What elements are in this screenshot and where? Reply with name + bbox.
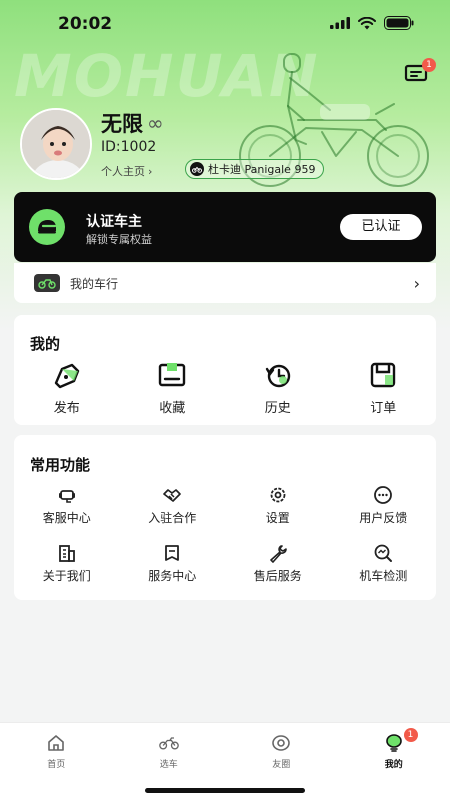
func-item-partnership[interactable]: 入驻合作	[120, 485, 226, 526]
mine-section: 我的 发布 收藏 历史 订单	[14, 315, 436, 425]
building-icon	[58, 545, 75, 562]
mine-item-history[interactable]: 历史	[225, 361, 331, 416]
circle-icon	[272, 735, 291, 751]
tab-friends-circle-label: 友圈	[272, 760, 291, 770]
chevron-right-icon: ›	[148, 164, 153, 178]
func-item-label: 用户反馈	[359, 511, 408, 525]
mine-grid: 发布 收藏 历史 订单	[14, 361, 436, 416]
my-garage-label: 我的车行	[70, 276, 119, 291]
func-item-feedback[interactable]: 用户反馈	[331, 485, 437, 526]
service-center-icon	[165, 545, 180, 561]
func-item-after-sales[interactable]: 售后服务	[225, 543, 331, 584]
infinity-icon: ∞	[147, 111, 164, 135]
func-item-service-center[interactable]: 服务中心	[120, 543, 226, 584]
func-item-label: 售后服务	[253, 569, 302, 583]
tab-profile-label: 我的	[384, 760, 403, 770]
func-item-label: 客服中心	[42, 511, 91, 525]
func-item-inspection[interactable]: 机车检测	[331, 543, 437, 584]
messages-button[interactable]: 1	[404, 58, 436, 90]
motorcycle-badge-icon	[190, 162, 204, 176]
user-id: ID:1002	[101, 139, 157, 155]
homepage-link-label: 个人主页	[101, 165, 145, 178]
customer-service-icon	[58, 490, 75, 503]
tab-profile[interactable]: 我的 1	[338, 723, 450, 800]
inspection-icon	[374, 544, 393, 562]
tab-profile-badge: 1	[403, 728, 418, 742]
tab-home-label: 首页	[47, 760, 66, 770]
garage-icon	[34, 274, 60, 292]
battery-icon	[384, 16, 414, 30]
mine-item-label: 历史	[264, 401, 291, 416]
certification-title: 认证车主	[86, 214, 142, 230]
home-icon	[48, 735, 65, 751]
homepage-link[interactable]: 个人主页 ›	[101, 162, 152, 180]
func-item-about-us[interactable]: 关于我们	[14, 543, 120, 584]
wrench-icon	[269, 545, 287, 563]
mine-item-label: 订单	[370, 401, 397, 416]
orders-icon	[371, 362, 396, 388]
mine-item-label: 收藏	[159, 401, 186, 416]
status-bar: 20:02	[0, 0, 450, 48]
tab-choose-bike-label: 选车	[159, 760, 178, 770]
status-icons	[330, 16, 414, 30]
wifi-icon	[358, 16, 376, 29]
status-time: 20:02	[58, 14, 113, 34]
history-icon	[265, 364, 290, 388]
signal-icon	[330, 17, 350, 29]
certification-card[interactable]: 认证车主 解锁专属权益 已认证	[14, 192, 436, 262]
bike-tag-label: 杜卡迪 Panigale 959	[208, 163, 316, 176]
mine-section-title: 我的	[30, 335, 61, 353]
helmet-icon	[29, 209, 65, 245]
favorites-icon	[159, 363, 186, 387]
common-functions-section: 常用功能 客服中心 入驻合作 设置 用户反馈 关于我们 服务中心 售后服务 机车…	[14, 435, 436, 600]
avatar[interactable]	[20, 108, 92, 180]
message-badge: 1	[422, 58, 436, 72]
mine-item-label: 发布	[53, 401, 80, 416]
func-item-label: 机车检测	[359, 569, 408, 583]
func-item-customer-service[interactable]: 客服中心	[14, 485, 120, 526]
home-indicator	[145, 788, 305, 793]
mine-item-orders[interactable]: 订单	[331, 361, 437, 416]
mine-item-publish[interactable]: 发布	[14, 361, 120, 416]
func-item-label: 入驻合作	[148, 511, 197, 525]
certified-button[interactable]: 已认证	[340, 214, 422, 240]
publish-icon	[54, 363, 79, 389]
common-functions-title: 常用功能	[30, 456, 91, 474]
user-name: 无限 ∞	[101, 108, 164, 138]
tab-home[interactable]: 首页	[0, 723, 113, 800]
functions-grid: 客服中心 入驻合作 设置 用户反馈 关于我们 服务中心 售后服务 机车检测	[14, 485, 436, 584]
my-garage-row[interactable]: 我的车行 ›	[14, 263, 436, 303]
mine-item-favorites[interactable]: 收藏	[120, 361, 226, 416]
func-item-label: 服务中心	[148, 569, 197, 583]
func-item-settings[interactable]: 设置	[225, 485, 331, 526]
user-name-text: 无限	[101, 112, 143, 136]
handshake-icon	[163, 489, 182, 502]
gear-icon	[270, 487, 286, 503]
certification-subtitle: 解锁专属权益	[86, 233, 152, 246]
profile-icon	[385, 734, 402, 752]
feedback-icon	[374, 486, 393, 504]
func-item-label: 关于我们	[42, 569, 91, 583]
bike-tag[interactable]: 杜卡迪 Panigale 959	[185, 159, 325, 179]
motorcycle-icon	[158, 737, 179, 750]
func-item-label: 设置	[265, 511, 290, 525]
chevron-right-icon: ›	[413, 273, 420, 293]
